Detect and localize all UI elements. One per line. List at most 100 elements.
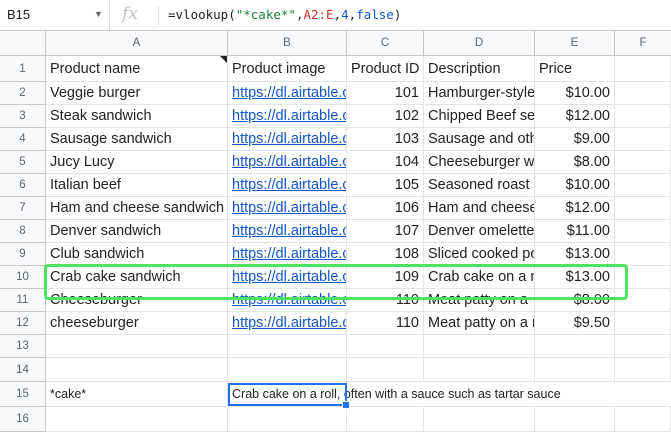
description-cell[interactable]: Ham and cheese: [424, 197, 535, 220]
cell-d14[interactable]: [424, 358, 535, 382]
description-cell[interactable]: Crab cake on a r: [424, 266, 535, 289]
cell-c13[interactable]: [347, 335, 424, 358]
cell-b15-result[interactable]: Crab cake on a roll, often with a sauce …: [228, 382, 671, 407]
header-cell-product-name[interactable]: Product name: [46, 56, 228, 82]
cell-f1[interactable]: [615, 56, 671, 82]
empty-cell[interactable]: [615, 82, 671, 105]
price-cell[interactable]: $10.00: [535, 82, 615, 105]
description-cell[interactable]: Cheeseburger w: [424, 151, 535, 174]
product-id-cell[interactable]: 103: [347, 128, 424, 151]
row-header-5[interactable]: 5: [0, 151, 46, 174]
description-cell[interactable]: Denver omelette: [424, 220, 535, 243]
cell-a15[interactable]: *cake*: [46, 382, 228, 407]
cell-a14[interactable]: [46, 358, 228, 382]
price-cell[interactable]: $12.00: [535, 197, 615, 220]
product-name-cell[interactable]: Veggie burger: [46, 82, 228, 105]
empty-cell[interactable]: [615, 243, 671, 266]
column-header-f[interactable]: F: [615, 31, 671, 56]
description-cell[interactable]: Sliced cooked po: [424, 243, 535, 266]
row-header-4[interactable]: 4: [0, 128, 46, 151]
row-header-10[interactable]: 10: [0, 266, 46, 289]
row-header-1[interactable]: 1: [0, 56, 46, 82]
row-header-14[interactable]: 14: [0, 358, 46, 382]
product-image-link[interactable]: https://dl.airtable.c: [228, 151, 347, 174]
row-header-2[interactable]: 2: [0, 82, 46, 105]
description-cell[interactable]: Seasoned roast: [424, 174, 535, 197]
row-header-7[interactable]: 7: [0, 197, 46, 220]
header-cell-product-id[interactable]: Product ID: [347, 56, 424, 82]
price-cell[interactable]: $12.00: [535, 105, 615, 128]
row-header-8[interactable]: 8: [0, 220, 46, 243]
product-name-cell[interactable]: Sausage sandwich: [46, 128, 228, 151]
product-name-cell[interactable]: Crab cake sandwich: [46, 266, 228, 289]
header-cell-product-image[interactable]: Product image: [228, 56, 347, 82]
cell-b13[interactable]: [228, 335, 347, 358]
column-header-a[interactable]: A: [46, 31, 228, 56]
empty-cell[interactable]: [615, 220, 671, 243]
cell-b16[interactable]: [228, 407, 347, 432]
empty-cell[interactable]: [615, 105, 671, 128]
product-name-cell[interactable]: Club sandwich: [46, 243, 228, 266]
cell-c16[interactable]: [347, 407, 424, 432]
cell-d13[interactable]: [424, 335, 535, 358]
product-image-link[interactable]: https://dl.airtable.c: [228, 128, 347, 151]
empty-cell[interactable]: [615, 289, 671, 312]
product-id-cell[interactable]: 106: [347, 197, 424, 220]
row-header-16[interactable]: 16: [0, 407, 46, 432]
product-name-cell[interactable]: Steak sandwich: [46, 105, 228, 128]
chevron-down-icon[interactable]: ▼: [94, 9, 103, 19]
product-name-cell[interactable]: cheeseburger: [46, 312, 228, 335]
product-image-link[interactable]: https://dl.airtable.c: [228, 243, 347, 266]
row-header-9[interactable]: 9: [0, 243, 46, 266]
product-image-link[interactable]: https://dl.airtable.c: [228, 197, 347, 220]
cell-c14[interactable]: [347, 358, 424, 382]
name-box[interactable]: B15 ▼: [0, 0, 110, 30]
product-name-cell[interactable]: Denver sandwich: [46, 220, 228, 243]
row-header-13[interactable]: 13: [0, 335, 46, 358]
column-header-c[interactable]: C: [347, 31, 424, 56]
column-header-e[interactable]: E: [535, 31, 615, 56]
cell-a16[interactable]: [46, 407, 228, 432]
cell-b14[interactable]: [228, 358, 347, 382]
product-image-link[interactable]: https://dl.airtable.c: [228, 266, 347, 289]
empty-cell[interactable]: [615, 197, 671, 220]
empty-cell[interactable]: [615, 174, 671, 197]
price-cell[interactable]: $10.00: [535, 174, 615, 197]
product-image-link[interactable]: https://dl.airtable.c: [228, 220, 347, 243]
price-cell[interactable]: $9.00: [535, 128, 615, 151]
product-image-link[interactable]: https://dl.airtable.c: [228, 174, 347, 197]
description-cell[interactable]: Meat patty on a: [424, 289, 535, 312]
row-header-11[interactable]: 11: [0, 289, 46, 312]
cell-e16[interactable]: [535, 407, 615, 432]
product-id-cell[interactable]: 101: [347, 82, 424, 105]
cell-f13[interactable]: [615, 335, 671, 358]
column-header-b[interactable]: B: [228, 31, 347, 56]
row-header-15[interactable]: 15: [0, 382, 46, 407]
empty-cell[interactable]: [615, 266, 671, 289]
product-id-cell[interactable]: 104: [347, 151, 424, 174]
product-id-cell[interactable]: 105: [347, 174, 424, 197]
formula-input[interactable]: =vlookup("*cake*",A2:E,4,false): [168, 7, 401, 22]
price-cell[interactable]: $9.50: [535, 312, 615, 335]
description-cell[interactable]: Hamburger-style: [424, 82, 535, 105]
product-name-cell[interactable]: Ham and cheese sandwich: [46, 197, 228, 220]
price-cell[interactable]: $13.00: [535, 243, 615, 266]
description-cell[interactable]: Sausage and oth: [424, 128, 535, 151]
product-name-cell[interactable]: Italian beef: [46, 174, 228, 197]
cell-d16[interactable]: [424, 407, 535, 432]
product-image-link[interactable]: https://dl.airtable.c: [228, 289, 347, 312]
note-indicator-icon[interactable]: [220, 56, 227, 63]
empty-cell[interactable]: [615, 128, 671, 151]
column-header-d[interactable]: D: [424, 31, 535, 56]
product-id-cell[interactable]: 109: [347, 266, 424, 289]
row-header-12[interactable]: 12: [0, 312, 46, 335]
product-id-cell[interactable]: 108: [347, 243, 424, 266]
price-cell[interactable]: $8.00: [535, 289, 615, 312]
product-image-link[interactable]: https://dl.airtable.c: [228, 105, 347, 128]
product-image-link[interactable]: https://dl.airtable.c: [228, 82, 347, 105]
select-all-corner[interactable]: [0, 31, 46, 56]
price-cell[interactable]: $13.00: [535, 266, 615, 289]
product-id-cell[interactable]: 102: [347, 105, 424, 128]
cell-a13[interactable]: [46, 335, 228, 358]
product-id-cell[interactable]: 110: [347, 289, 424, 312]
